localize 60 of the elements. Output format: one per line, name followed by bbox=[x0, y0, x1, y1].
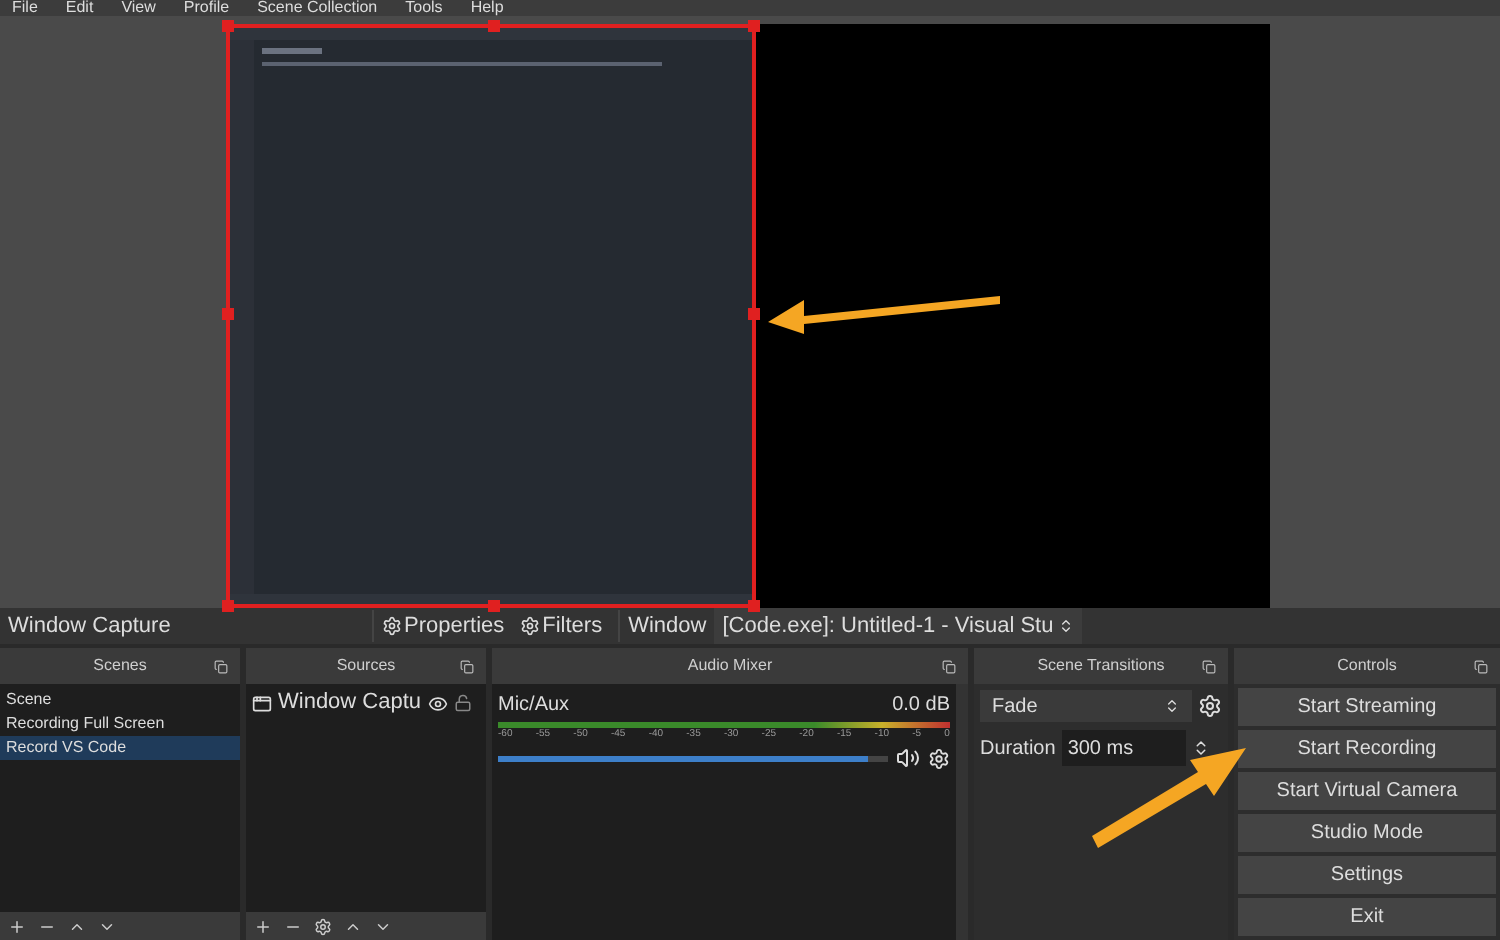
resize-handle-icon[interactable] bbox=[222, 20, 234, 32]
menu-item[interactable]: View bbox=[121, 0, 156, 16]
resize-handle-icon[interactable] bbox=[222, 600, 234, 612]
menu-item[interactable]: File bbox=[12, 0, 38, 16]
menu-item[interactable]: Scene Collection bbox=[257, 0, 378, 16]
control-button[interactable]: Start Virtual Camera bbox=[1238, 772, 1496, 810]
source-name: Window Capture bbox=[8, 611, 173, 642]
control-button[interactable]: Start Recording bbox=[1238, 730, 1496, 768]
undock-icon[interactable] bbox=[214, 659, 228, 673]
properties-button[interactable]: Properties bbox=[372, 609, 513, 643]
resize-handle-icon[interactable] bbox=[488, 20, 500, 32]
channel-name: Mic/Aux bbox=[498, 692, 570, 720]
settings-icon[interactable] bbox=[314, 917, 332, 935]
source-item[interactable]: Window Captu bbox=[278, 686, 422, 720]
speaker-icon[interactable] bbox=[896, 746, 920, 770]
filters-button[interactable]: Filters bbox=[512, 609, 611, 643]
menu-item[interactable]: Help bbox=[470, 0, 504, 16]
control-button[interactable]: Start Streaming bbox=[1238, 688, 1496, 726]
filters-icon bbox=[520, 616, 541, 636]
transition-select[interactable]: Fade bbox=[980, 690, 1192, 722]
dock-title: Scenes bbox=[93, 654, 147, 678]
scene-item[interactable]: Recording Full Screen bbox=[0, 712, 240, 736]
resize-handle-icon[interactable] bbox=[748, 20, 760, 32]
volume-reading: 0.0 dB bbox=[892, 692, 950, 720]
duration-field[interactable]: 300 ms bbox=[1061, 730, 1186, 766]
select-arrows-icon bbox=[1164, 698, 1180, 714]
dock-title: Scene Transitions bbox=[1037, 654, 1165, 678]
scene-item[interactable]: Record VS Code bbox=[0, 736, 240, 760]
add-icon[interactable] bbox=[8, 917, 26, 935]
settings-icon[interactable] bbox=[928, 747, 950, 769]
dock-title: Controls bbox=[1337, 654, 1397, 678]
unlock-icon[interactable] bbox=[453, 694, 472, 712]
dock-title: Sources bbox=[336, 654, 396, 678]
select-arrows-icon bbox=[1057, 618, 1074, 634]
gear-icon bbox=[382, 616, 402, 636]
undock-icon[interactable] bbox=[460, 659, 474, 673]
resize-handle-icon[interactable] bbox=[222, 308, 234, 320]
add-icon[interactable] bbox=[254, 917, 272, 935]
window-select[interactable]: [Code.exe]: Untitled-1 - Visual Stu bbox=[714, 608, 1082, 644]
control-button[interactable]: Exit bbox=[1238, 898, 1496, 936]
resize-handle-icon[interactable] bbox=[748, 308, 760, 320]
scene-item[interactable]: Scene bbox=[0, 688, 240, 712]
menu-item[interactable]: Edit bbox=[65, 0, 94, 16]
window-icon bbox=[252, 693, 272, 713]
undock-icon[interactable] bbox=[1202, 659, 1216, 673]
resize-handle-icon[interactable] bbox=[488, 600, 500, 612]
settings-icon[interactable] bbox=[1198, 694, 1222, 718]
spinner-icon[interactable] bbox=[1191, 736, 1210, 760]
window-label: Window bbox=[618, 609, 707, 643]
menu-item[interactable]: Tools bbox=[405, 0, 443, 16]
undock-icon[interactable] bbox=[1474, 659, 1488, 673]
duration-label: Duration bbox=[980, 735, 1056, 763]
editor-tab-drawing bbox=[262, 48, 322, 54]
resize-handle-icon[interactable] bbox=[748, 600, 760, 612]
control-button[interactable]: Settings bbox=[1238, 856, 1496, 894]
menu-item[interactable]: Profile bbox=[183, 0, 230, 16]
visibility-icon[interactable] bbox=[427, 693, 448, 713]
control-button[interactable]: Studio Mode bbox=[1238, 814, 1496, 852]
undock-icon[interactable] bbox=[942, 659, 956, 673]
dock-title: Audio Mixer bbox=[687, 654, 773, 678]
